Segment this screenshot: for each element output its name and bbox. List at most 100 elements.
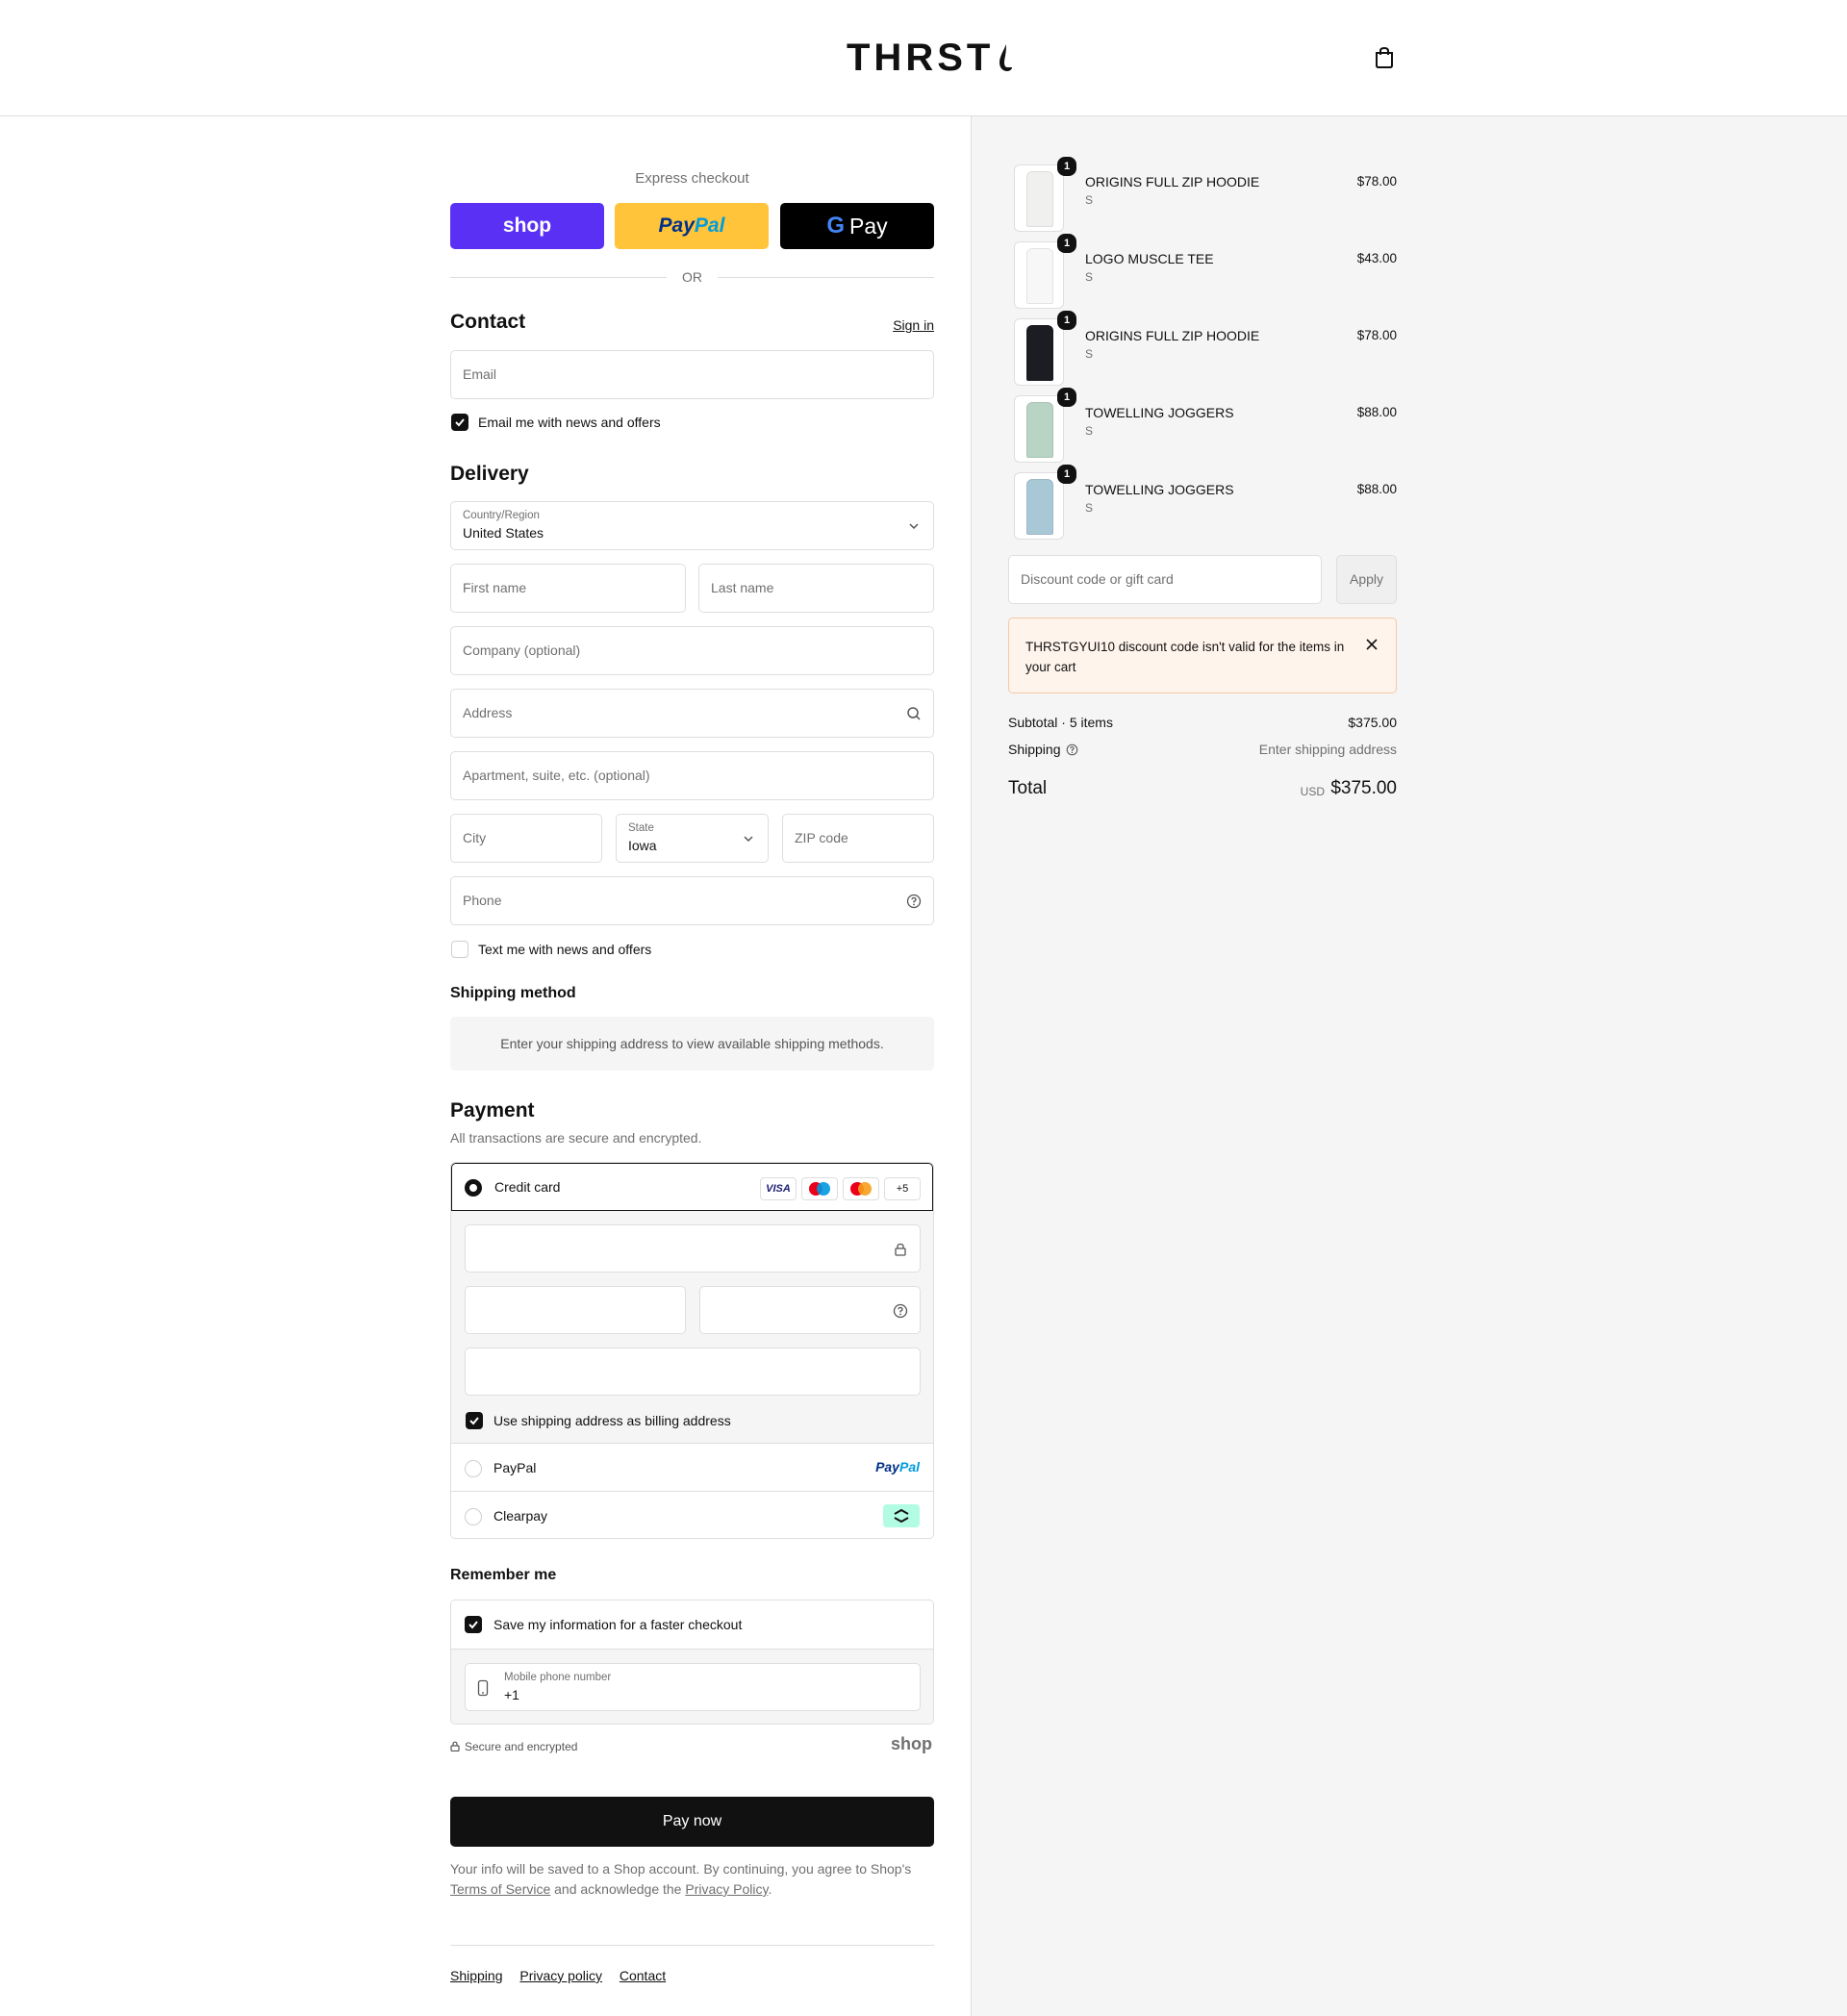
state-value: Iowa [628,838,657,853]
more-cards-badge: +5 [884,1177,921,1200]
or-text: OR [682,269,702,285]
product-image [1014,318,1064,386]
save-info-row[interactable]: Save my information for a faster checkou… [451,1600,933,1649]
first-name-field[interactable]: First name [450,564,686,613]
text-news-label: Text me with news and offers [478,942,652,957]
item-price: $78.00 [1356,174,1397,189]
item-name: LOGO MUSCLE TEE [1085,251,1214,266]
paypal-button[interactable]: Pay Pal [615,203,769,249]
discount-code-placeholder: Discount code or gift card [1021,571,1174,587]
email-placeholder: Email [463,366,497,382]
payment-heading: Payment [450,1099,535,1121]
country-label: Country/Region [463,510,540,521]
email-field[interactable]: Email [450,350,934,399]
state-select[interactable]: State Iowa [616,814,769,863]
country-select[interactable]: Country/Region United States [450,501,934,550]
clearpay-logo-icon [883,1504,920,1527]
country-value: United States [463,525,544,541]
apartment-field[interactable]: Apartment, suite, etc. (optional) [450,751,934,800]
card-number-field[interactable] [465,1224,921,1273]
footer-privacy-link[interactable]: Privacy policy [519,1968,602,1983]
credit-card-label: Credit card [494,1179,561,1195]
paypal-logo: PayPal [875,1459,920,1474]
billing-address-checkbox[interactable] [466,1412,483,1429]
pay-now-button[interactable]: Pay now [450,1797,934,1847]
shipping-value: Enter shipping address [1258,742,1397,757]
quantity-badge: 1 [1057,234,1076,253]
address-field[interactable]: Address [450,689,934,738]
cart-item: 1 TOWELLING JOGGERS S $88.00 [1008,463,1397,540]
help-circle-icon[interactable] [893,1303,908,1319]
help-circle-icon[interactable] [906,894,922,909]
last-name-field[interactable]: Last name [698,564,934,613]
cart-item: 1 ORIGINS FULL ZIP HOODIE S $78.00 [1008,309,1397,386]
total-label: Total [1008,778,1048,798]
item-name: TOWELLING JOGGERS [1085,405,1234,420]
paypal-option[interactable]: PayPal PayPal [451,1443,933,1491]
phone-field[interactable]: Phone [450,876,934,925]
visa-label: VISA [766,1183,791,1195]
google-pay-button[interactable]: G Pay [780,203,934,249]
remember-me-heading: Remember me [450,1567,557,1583]
google-g-icon: G [826,213,846,239]
quantity-badge: 1 [1057,311,1076,330]
shipping-label: Shipping [1008,742,1061,757]
product-image [1014,164,1064,232]
discount-code-field[interactable]: Discount code or gift card [1008,555,1322,604]
security-code-field[interactable] [699,1286,921,1334]
text-news-checkbox[interactable] [451,941,468,958]
sign-in-link[interactable]: Sign in [893,317,934,333]
company-field[interactable]: Company (optional) [450,626,934,675]
legal-period: . [768,1881,772,1897]
footer-contact-link[interactable]: Contact [620,1968,666,1983]
clearpay-radio[interactable] [465,1508,482,1525]
shop-pay-button[interactable]: shop [450,203,604,249]
last-name-placeholder: Last name [711,580,774,595]
item-price: $78.00 [1356,328,1397,342]
terms-of-service-link[interactable]: Terms of Service [450,1881,550,1897]
footer-shipping-link[interactable]: Shipping [450,1968,503,1983]
cart-item: 1 ORIGINS FULL ZIP HOODIE S $78.00 [1008,155,1397,232]
city-field[interactable]: City [450,814,602,863]
apply-discount-button[interactable]: Apply [1336,555,1397,604]
paypal-logo-a: Pay [875,1459,899,1474]
lock-icon [450,1741,460,1751]
paypal-logo-b: Pal [898,1459,920,1474]
credit-card-radio[interactable] [465,1179,482,1197]
maestro-icon [801,1177,838,1200]
clearpay-option[interactable]: Clearpay [451,1491,933,1538]
help-circle-icon[interactable] [1066,743,1078,756]
zip-field[interactable]: ZIP code [782,814,934,863]
currency-label: USD [1300,785,1325,798]
clearpay-option-label: Clearpay [493,1508,548,1524]
total-value: $375.00 [1330,778,1397,798]
save-info-checkbox[interactable] [465,1616,482,1633]
name-on-card-field[interactable] [465,1348,921,1396]
billing-address-label: Use shipping address as billing address [493,1413,731,1428]
close-icon[interactable] [1365,638,1379,651]
or-divider: OR [450,267,934,287]
shop-logo: shop [891,1734,932,1753]
privacy-policy-link[interactable]: Privacy Policy [685,1881,768,1897]
legal-text: Your info will be saved to a Shop accoun… [450,1859,934,1900]
item-variant: S [1085,424,1094,438]
expiration-date-field[interactable] [465,1286,686,1334]
email-news-checkbox[interactable] [451,414,468,431]
brand-name: THRST [847,37,995,79]
visa-icon: VISA [760,1177,797,1200]
item-variant: S [1085,193,1094,207]
company-placeholder: Company (optional) [463,643,581,658]
paypal-radio[interactable] [465,1460,482,1477]
shipping-method-heading: Shipping method [450,985,576,1001]
remember-me-box: Save my information for a faster checkou… [450,1600,934,1725]
address-placeholder: Address [463,705,513,720]
brand-logo[interactable]: THRST [847,37,1013,80]
payment-methods: Credit card VISA +5 Use shipping address… [450,1162,934,1539]
quantity-badge: 1 [1057,157,1076,176]
shopping-bag-icon[interactable] [1374,46,1395,69]
google-pay-label: Pay [849,213,888,239]
credit-card-option[interactable]: Credit card VISA +5 [451,1163,933,1211]
mobile-phone-field[interactable]: Mobile phone number +1 [465,1663,921,1711]
mobile-phone-panel: Mobile phone number +1 [451,1649,933,1724]
footer-divider [450,1945,934,1946]
